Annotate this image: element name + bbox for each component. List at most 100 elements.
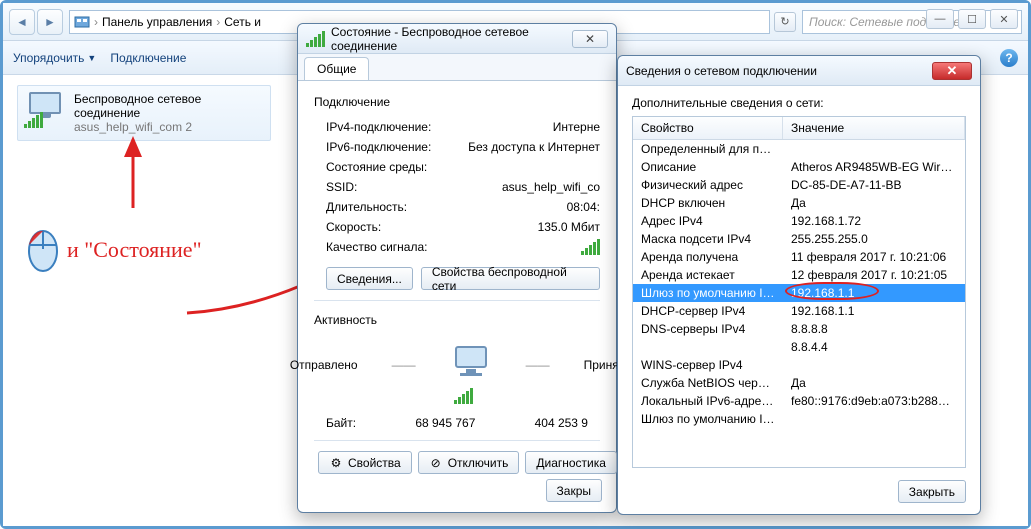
cell-property: Служба NetBIOS через... [633,375,783,391]
forward-button[interactable]: ► [37,9,63,35]
breadcrumb-separator: › [94,15,98,29]
cell-property: Шлюз по умолчанию IP... [633,285,783,301]
table-row[interactable]: Шлюз по умолчанию IP... [633,410,965,428]
table-row[interactable]: Аренда получена11 февраля 2017 г. 10:21:… [633,248,965,266]
details-dialog: Сведения о сетевом подключении ✕ Дополни… [617,55,981,515]
value-ipv4: Интерне [553,120,600,134]
mouse-icon [23,223,63,278]
cell-value: 12 февраля 2017 г. 10:21:05 [783,267,965,283]
label-sent: Отправлено [290,358,358,372]
connect-menu[interactable]: Подключение [110,51,186,65]
control-panel-icon [74,14,90,30]
group-connection: Подключение [314,95,600,109]
cell-value: 192.168.1.1 [783,285,965,301]
annotation-label: и "Состояние" [67,237,202,263]
close-button[interactable]: Закрыть [898,480,966,503]
breadcrumb-item[interactable]: Панель управления [102,15,212,29]
table-row[interactable]: ОписаниеAtheros AR9485WB-EG Wireless Net [633,158,965,176]
cell-property: Описание [633,159,783,175]
details-table: Свойство Значение Определенный для по...… [632,116,966,468]
label-ssid: SSID: [326,180,357,194]
dialog-title: Состояние - Беспроводное сетевое соедине… [331,25,566,53]
label-duration: Длительность: [326,200,407,214]
value-bytes-sent: 68 945 767 [415,416,475,430]
table-row[interactable]: DNS-серверы IPv48.8.8.8 [633,320,965,338]
cell-value [783,411,965,427]
refresh-button[interactable]: ↻ [774,12,796,32]
back-button[interactable]: ◄ [9,9,35,35]
label-quality: Качество сигнала: [326,240,427,254]
cell-property: Адрес IPv4 [633,213,783,229]
activity-icon [450,345,492,384]
status-dialog: Состояние - Беспроводное сетевое соедине… [297,23,617,513]
cell-value: 255.255.255.0 [783,231,965,247]
cell-value: 8.8.8.8 [783,321,965,337]
table-row[interactable]: Физический адресDC-85-DE-A7-11-BB [633,176,965,194]
table-row[interactable]: Служба NetBIOS через...Да [633,374,965,392]
cell-property [633,339,783,355]
adapter-item[interactable]: Беспроводное сетевое соединение asus_hel… [17,85,271,141]
table-row[interactable]: Шлюз по умолчанию IP...192.168.1.1 [633,284,965,302]
cell-value: fe80::9176:d9eb:a073:b288%43 [783,393,965,409]
cell-value [783,357,965,373]
value-duration: 08:04: [567,200,600,214]
cell-property: WINS-сервер IPv4 [633,357,783,373]
properties-button[interactable]: ⚙Свойства [318,451,412,474]
tab-general[interactable]: Общие [304,57,369,80]
column-value[interactable]: Значение [783,117,965,139]
dialog-title: Сведения о сетевом подключении [626,64,926,78]
details-heading: Дополнительные сведения о сети: [632,96,966,110]
dialog-close-button[interactable]: ✕ [572,30,608,48]
dialog-close-button[interactable]: ✕ [932,62,972,80]
maximize-button[interactable]: ☐ [958,9,986,29]
cell-property: Маска подсети IPv4 [633,231,783,247]
wireless-adapter-icon [24,92,66,128]
cell-value [783,141,965,157]
group-activity: Активность [314,313,600,327]
table-row[interactable]: DHCP-сервер IPv4192.168.1.1 [633,302,965,320]
cell-property: Аренда получена [633,249,783,265]
cell-property: Локальный IPv6-адрес... [633,393,783,409]
cell-property: DHCP-сервер IPv4 [633,303,783,319]
table-row[interactable]: 8.8.4.4 [633,338,965,356]
table-row[interactable]: WINS-сервер IPv4 [633,356,965,374]
cell-value: Да [783,375,965,391]
disable-button[interactable]: ⊘Отключить [418,451,520,474]
wireless-properties-button[interactable]: Свойства беспроводной сети [421,267,600,290]
table-row[interactable]: Определенный для по... [633,140,965,158]
organize-menu[interactable]: Упорядочить▼ [13,51,96,65]
disable-icon: ⊘ [429,456,443,470]
table-row[interactable]: Аренда истекает12 февраля 2017 г. 10:21:… [633,266,965,284]
cell-value: DC-85-DE-A7-11-BB [783,177,965,193]
value-bytes-recv: 404 253 9 [535,416,588,430]
table-row[interactable]: Адрес IPv4192.168.1.72 [633,212,965,230]
column-property[interactable]: Свойство [633,117,783,139]
cell-property: Физический адрес [633,177,783,193]
diagnose-button[interactable]: Диагностика [525,451,617,474]
help-icon[interactable]: ? [1000,49,1018,67]
cell-property: Аренда истекает [633,267,783,283]
close-button[interactable]: ✕ [990,9,1018,29]
cell-value: 11 февраля 2017 г. 10:21:06 [783,249,965,265]
gear-icon: ⚙ [329,456,343,470]
adapter-name-line2: соединение [74,106,201,120]
table-row[interactable]: Маска подсети IPv4255.255.255.0 [633,230,965,248]
value-speed: 135.0 Мбит [538,220,600,234]
table-row[interactable]: Локальный IPv6-адрес...fe80::9176:d9eb:a… [633,392,965,410]
minimize-button[interactable]: — [926,9,954,29]
details-button[interactable]: Сведения... [326,267,413,290]
close-button[interactable]: Закры [546,479,602,502]
value-ssid: asus_help_wifi_co [502,180,600,194]
cell-value: 192.168.1.1 [783,303,965,319]
cell-value: 8.8.4.4 [783,339,965,355]
table-row[interactable]: DHCP включенДа [633,194,965,212]
cell-value: 192.168.1.72 [783,213,965,229]
adapter-ssid: asus_help_wifi_com 2 [74,120,201,134]
breadcrumb-separator: › [216,15,220,29]
label-ipv4: IPv4-подключение: [326,120,431,134]
breadcrumb-item[interactable]: Сеть и [224,15,261,29]
label-media: Состояние среды: [326,160,427,174]
cell-value: Atheros AR9485WB-EG Wireless Net [783,159,965,175]
cell-property: DHCP включен [633,195,783,211]
cell-property: Шлюз по умолчанию IP... [633,411,783,427]
